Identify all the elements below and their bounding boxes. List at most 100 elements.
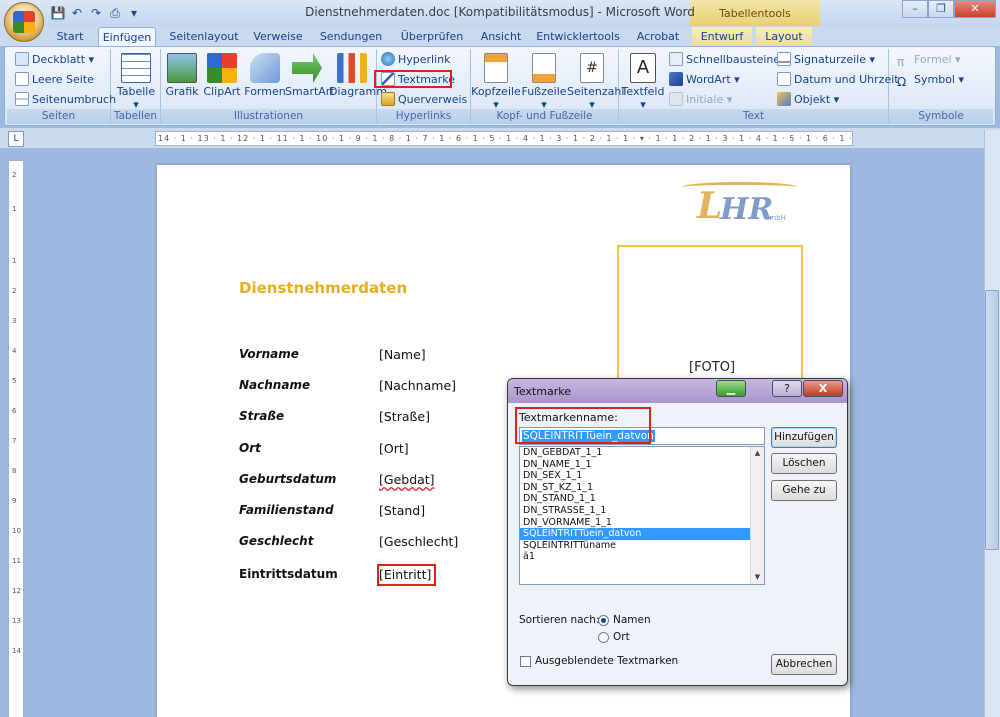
deckblatt-button[interactable]: Deckblatt ▾ bbox=[15, 51, 94, 69]
dialog-help-button[interactable]: ? bbox=[772, 380, 802, 397]
tab-seitenlayout[interactable]: Seitenlayout bbox=[166, 27, 242, 46]
tab-acrobat[interactable]: Acrobat bbox=[630, 27, 686, 46]
dialog-titlebar[interactable]: Textmarke ▁ ? X bbox=[508, 379, 847, 403]
signaturzeile-button[interactable]: Signaturzeile ▾ bbox=[777, 51, 875, 69]
initiale-button[interactable]: Initiale ▾ bbox=[669, 91, 732, 109]
hidden-bookmarks-checkbox[interactable] bbox=[520, 656, 531, 667]
field-value-strasse[interactable]: [Straße] bbox=[379, 409, 430, 424]
schnellbausteine-button[interactable]: Schnellbausteine ▾ bbox=[669, 51, 789, 69]
page-number-icon: # bbox=[580, 53, 604, 83]
tab-sendungen[interactable]: Sendungen bbox=[316, 27, 386, 46]
field-value-familienstand[interactable]: [Stand] bbox=[379, 503, 425, 518]
list-item[interactable]: DN_STRASSE_1_1 bbox=[520, 505, 764, 517]
field-value-geburtsdatum[interactable]: [Gebdat] bbox=[379, 472, 435, 487]
loeschen-button[interactable]: Löschen bbox=[771, 453, 837, 474]
pi-icon: π bbox=[897, 55, 905, 69]
scroll-down-icon[interactable]: ▼ bbox=[751, 571, 764, 584]
formen-button[interactable]: Formen bbox=[243, 51, 287, 98]
dialog-minimize-icon[interactable]: ▁ bbox=[716, 380, 746, 397]
list-item[interactable]: DN_ST_KZ_1_1 bbox=[520, 482, 764, 494]
minimize-button[interactable]: – bbox=[902, 0, 928, 18]
list-item-selected[interactable]: SQLEINTRITTüein_datvon bbox=[520, 528, 764, 540]
tab-einfuegen[interactable]: Einfügen bbox=[98, 27, 156, 46]
close-button[interactable]: ✕ bbox=[954, 0, 996, 18]
tab-selector-icon[interactable]: L bbox=[8, 131, 24, 147]
scroll-up-icon[interactable]: ▲ bbox=[751, 447, 764, 460]
dialog-close-button[interactable]: X bbox=[803, 380, 843, 397]
fusszeile-button[interactable]: Fußzeile ▾ bbox=[521, 51, 567, 111]
quick-access-toolbar: 💾 ↶ ↷ ⎙ ▾ bbox=[50, 4, 142, 22]
field-value-ort[interactable]: [Ort] bbox=[379, 441, 409, 456]
datum-uhrzeit-button[interactable]: Datum und Uhrzeit bbox=[777, 71, 899, 89]
field-label-ort: Ort bbox=[239, 441, 261, 455]
list-item[interactable]: DN_STAND_1_1 bbox=[520, 493, 764, 505]
clipart-button[interactable]: ClipArt bbox=[201, 51, 243, 98]
querverweis-button[interactable]: Querverweis bbox=[381, 91, 467, 109]
list-scrollbar[interactable]: ▲ ▼ bbox=[750, 447, 764, 584]
diagramm-button[interactable]: Diagramm bbox=[329, 51, 387, 98]
save-icon[interactable]: 💾 bbox=[50, 5, 66, 21]
list-item[interactable]: DN_VORNAME_1_1 bbox=[520, 517, 764, 529]
dialog-body: Textmarkenname: SQLEINTRITTüein_datvon D… bbox=[511, 403, 844, 683]
textfeld-button[interactable]: A Textfeld ▾ bbox=[621, 51, 665, 111]
redo-icon[interactable]: ↷ bbox=[88, 5, 104, 21]
clipart-icon bbox=[207, 53, 237, 83]
print-preview-icon[interactable]: ⎙ bbox=[107, 5, 123, 21]
tabelle-button[interactable]: Tabelle ▾ bbox=[113, 51, 159, 111]
hyperlink-button[interactable]: Hyperlink bbox=[381, 51, 451, 69]
seitenumbruch-button[interactable]: Seitenumbruch bbox=[15, 91, 116, 109]
ruler-area: L 14 · 1 · 13 · 1 · 12 · 1 · 11 · 1 · 10… bbox=[0, 128, 1000, 148]
sort-place-radio[interactable] bbox=[598, 632, 609, 643]
wordart-button[interactable]: WordArt ▾ bbox=[669, 71, 740, 89]
group-tabellen: Tabelle ▾ Tabellen bbox=[111, 49, 161, 124]
office-button[interactable] bbox=[4, 2, 44, 42]
objekt-button[interactable]: Objekt ▾ bbox=[777, 91, 839, 109]
tab-layout[interactable]: Layout bbox=[756, 27, 812, 46]
symbol-button[interactable]: Ω Symbol ▾ bbox=[897, 71, 964, 89]
smartart-button[interactable]: SmartArt bbox=[285, 51, 335, 98]
abbrechen-button[interactable]: Abbrechen bbox=[771, 654, 837, 675]
bookmark-list[interactable]: DN_GEBDAT_1_1 DN_NAME_1_1 DN_SEX_1_1 DN_… bbox=[519, 446, 765, 585]
gehe-zu-button[interactable]: Gehe zu bbox=[771, 480, 837, 501]
leere-seite-button[interactable]: Leere Seite bbox=[15, 71, 94, 89]
tab-ueberpruefen[interactable]: Überprüfen bbox=[396, 27, 468, 46]
formel-button[interactable]: π Formel ▾ bbox=[897, 51, 961, 69]
field-value-geschlecht[interactable]: [Geschlecht] bbox=[379, 534, 458, 549]
kopfzeile-button[interactable]: Kopfzeile ▾ bbox=[471, 51, 521, 111]
list-item[interactable]: DN_NAME_1_1 bbox=[520, 459, 764, 471]
field-label-nachname: Nachname bbox=[239, 378, 311, 392]
field-value-nachname[interactable]: [Nachname] bbox=[379, 378, 456, 393]
dialog-title: Textmarke bbox=[514, 385, 571, 398]
group-text: A Textfeld▾ Schnellbausteine ▾ WordArt ▾… bbox=[619, 49, 899, 124]
tab-verweise[interactable]: Verweise bbox=[250, 27, 306, 46]
list-item[interactable]: SQLEINTRITTüname bbox=[520, 540, 764, 552]
bookmark-name-input[interactable]: SQLEINTRITTüein_datvon bbox=[519, 427, 765, 445]
sort-name-radio[interactable] bbox=[598, 615, 609, 626]
maximize-button[interactable]: ❐ bbox=[928, 0, 954, 18]
hinzufuegen-button[interactable]: Hinzufügen bbox=[771, 427, 837, 448]
scrollbar-thumb[interactable] bbox=[985, 290, 999, 550]
vertical-ruler[interactable]: 2 1 1 2 3 4 5 6 7 8 9 10 11 12 13 14 bbox=[8, 160, 24, 717]
list-item[interactable]: DN_SEX_1_1 bbox=[520, 470, 764, 482]
tab-start[interactable]: Start bbox=[50, 27, 90, 46]
tab-entwicklertools[interactable]: Entwicklertools bbox=[536, 27, 620, 46]
field-value-vorname[interactable]: [Name] bbox=[379, 347, 426, 362]
company-logo: L HR GmbH bbox=[682, 180, 802, 227]
drop-cap-icon bbox=[669, 92, 683, 106]
seitenzahl-button[interactable]: # Seitenzahl ▾ bbox=[567, 51, 624, 111]
horizontal-ruler[interactable]: 14 · 1 · 13 · 1 · 12 · 1 · 11 · 1 · 10 ·… bbox=[155, 131, 853, 146]
grafik-button[interactable]: Grafik bbox=[161, 51, 203, 98]
textbox-icon: A bbox=[630, 53, 656, 83]
tab-entwurf[interactable]: Entwurf bbox=[692, 27, 752, 46]
group-label-seiten: Seiten bbox=[7, 109, 110, 124]
tab-ansicht[interactable]: Ansicht bbox=[476, 27, 526, 46]
group-symbole: π Formel ▾ Ω Symbol ▾ Symbole bbox=[889, 49, 993, 124]
group-seiten: Deckblatt ▾ Leere Seite Seitenumbruch Se… bbox=[7, 49, 116, 124]
undo-icon[interactable]: ↶ bbox=[69, 5, 85, 21]
list-item[interactable]: ä1 bbox=[520, 551, 764, 563]
sort-by-label: Sortieren nach: bbox=[519, 614, 600, 626]
ribbon-tabs: Start Einfügen Seitenlayout Verweise Sen… bbox=[0, 26, 1000, 46]
vertical-scrollbar[interactable] bbox=[984, 130, 1000, 717]
list-item[interactable]: DN_GEBDAT_1_1 bbox=[520, 447, 764, 459]
qat-dropdown-icon[interactable]: ▾ bbox=[126, 5, 142, 21]
